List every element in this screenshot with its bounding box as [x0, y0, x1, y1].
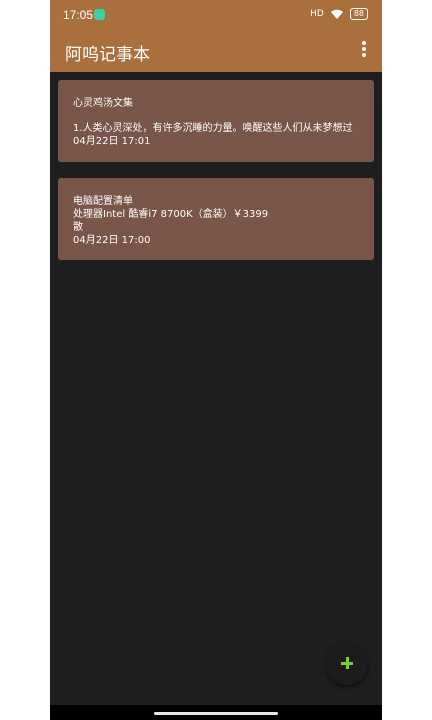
note-content: 处理器Intel 酷睿i7 8700K（盒装）￥3399	[73, 209, 269, 220]
home-indicator[interactable]	[154, 712, 278, 715]
app-notification-icon	[94, 9, 105, 20]
note-content: 1.人类心灵深处，有许多沉睡的力量。唤醒这些人们从未梦想过	[73, 123, 353, 134]
note-title: 电脑配置清单	[73, 196, 133, 207]
note-date: 04月22日 17:00	[73, 235, 151, 246]
note-date: 04月22日 17:01	[73, 136, 151, 147]
wifi-icon	[330, 9, 344, 20]
navigation-bar	[50, 705, 382, 720]
signal-icon: HD	[310, 9, 324, 19]
status-time: 17:05	[63, 8, 94, 22]
status-indicators: HD 88	[310, 7, 368, 21]
phone-screen: 17:05 HD 88 阿呜记事本 心灵鸡汤文集 1.人类心灵深处，有许多沉睡的…	[50, 0, 382, 720]
note-title: 心灵鸡汤文集	[73, 98, 133, 109]
note-card[interactable]: 电脑配置清单 处理器Intel 酷睿i7 8700K（盒装）￥3399 散 04…	[58, 178, 374, 260]
app-title: 阿呜记事本	[65, 45, 150, 65]
more-vert-icon[interactable]	[360, 41, 368, 61]
battery-icon: 88	[349, 8, 368, 20]
app-bar: 阿呜记事本	[50, 30, 382, 72]
status-bar: 17:05 HD 88	[50, 0, 382, 30]
add-note-button[interactable]	[326, 643, 368, 685]
note-card[interactable]: 心灵鸡汤文集 1.人类心灵深处，有许多沉睡的力量。唤醒这些人们从未梦想过 04月…	[58, 80, 374, 162]
plus-icon	[341, 657, 353, 669]
note-content: 散	[73, 222, 83, 233]
